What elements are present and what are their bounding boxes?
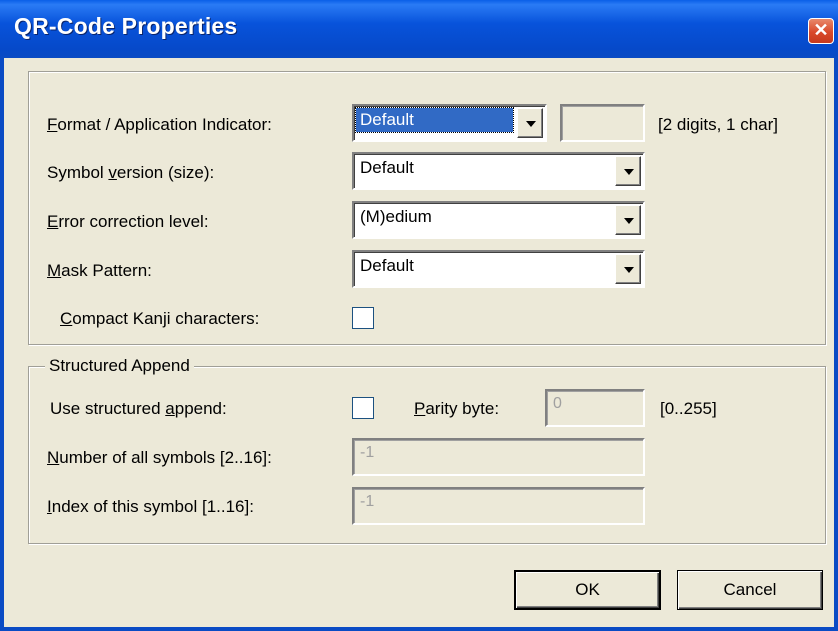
symbol-version-value: Default [360, 158, 414, 177]
mask-pattern-label: Mask Pattern: [47, 261, 152, 280]
window-frame-bottom [0, 627, 838, 631]
window-title: QR-Code Properties [14, 13, 238, 39]
chevron-down-icon[interactable] [615, 254, 641, 284]
mask-pattern-value: Default [360, 256, 414, 275]
ok-button[interactable]: OK [514, 570, 661, 610]
use-structured-append-label: Use structured append: [50, 399, 227, 418]
format-indicator-label: Format / Application Indicator: [47, 115, 272, 134]
close-icon: ✕ [813, 20, 829, 40]
chevron-down-icon[interactable] [517, 108, 543, 138]
window-frame-right [834, 58, 838, 631]
error-correction-label: Error correction level: [47, 212, 209, 231]
compact-kanji-label: Compact Kanji characters: [60, 309, 260, 328]
title-bar[interactable]: QR-Code Properties ✕ [0, 0, 838, 58]
parity-byte-label: Parity byte: [414, 399, 500, 418]
number-of-symbols-input[interactable]: -1 [352, 438, 645, 476]
close-button[interactable]: ✕ [808, 18, 834, 44]
chevron-down-icon[interactable] [615, 205, 641, 235]
format-indicator-hint: [2 digits, 1 char] [658, 115, 779, 134]
format-indicator-value: Default [355, 107, 514, 133]
use-structured-append-checkbox[interactable] [352, 397, 374, 419]
symbol-index-input[interactable]: -1 [352, 487, 645, 525]
number-of-symbols-label: Number of all symbols [2..16]: [47, 448, 272, 467]
cancel-button[interactable]: Cancel [677, 570, 823, 610]
format-indicator-input[interactable] [560, 104, 645, 142]
error-correction-value: (M)edium [360, 207, 432, 226]
error-correction-select[interactable]: (M)edium [352, 201, 645, 239]
parity-byte-input[interactable]: 0 [545, 389, 645, 427]
parity-byte-hint: [0..255] [660, 399, 717, 418]
window-frame-left [0, 58, 4, 631]
structured-append-group-label: Structured Append [45, 356, 194, 376]
symbol-version-label: Symbol version (size): [47, 163, 215, 182]
mask-pattern-select[interactable]: Default [352, 250, 645, 288]
symbol-version-select[interactable]: Default [352, 152, 645, 190]
format-indicator-select[interactable]: Default [352, 104, 547, 142]
chevron-down-icon[interactable] [615, 156, 641, 186]
compact-kanji-checkbox[interactable] [352, 307, 374, 329]
symbol-index-label: Index of this symbol [1..16]: [47, 497, 254, 516]
